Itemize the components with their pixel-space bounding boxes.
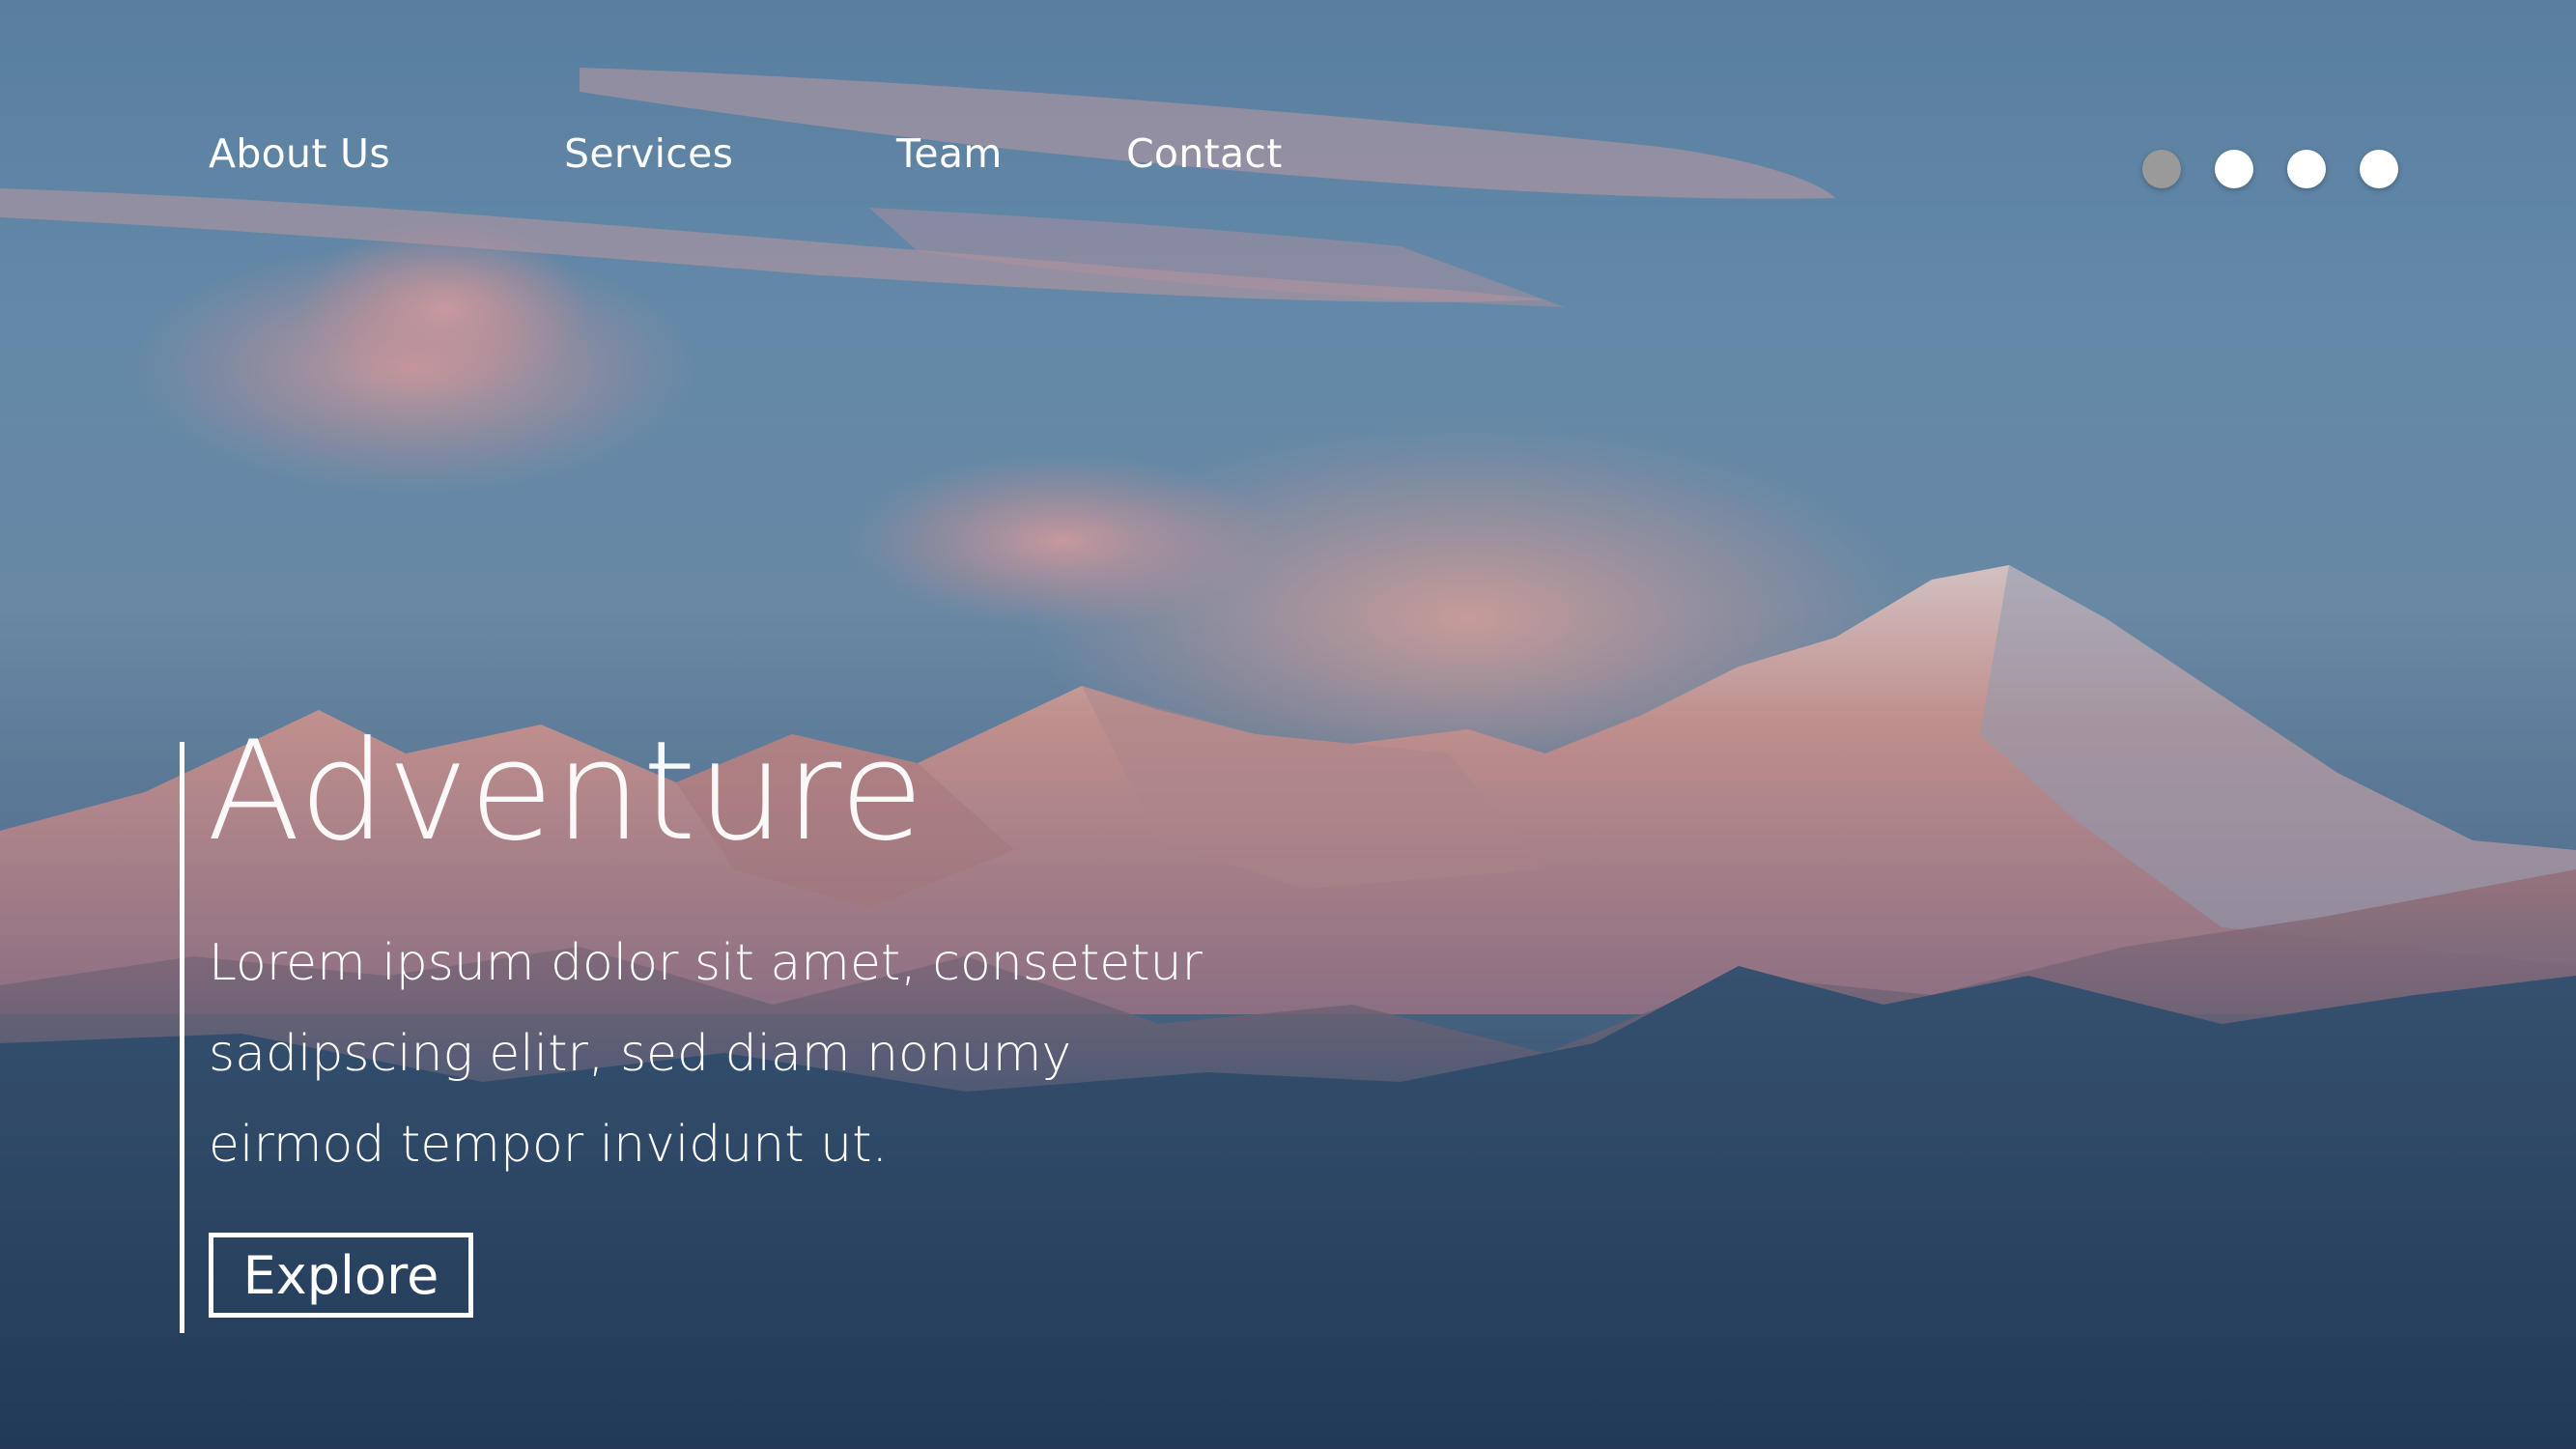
hero-body-line: Lorem ipsum dolor sit amet, consetetur xyxy=(209,934,1203,992)
hero-body-line: sadipscing elitr, sed diam nonumy xyxy=(209,1025,1072,1083)
nav-link-team[interactable]: Team xyxy=(896,130,1003,177)
hero-body-line: eirmod tempor invidunt ut. xyxy=(209,1116,889,1174)
slider-dot-4[interactable] xyxy=(2360,150,2398,188)
explore-button[interactable]: Explore xyxy=(209,1233,473,1318)
slider-dot-2[interactable] xyxy=(2215,150,2253,188)
accent-line xyxy=(180,742,184,1333)
slider-dot-3[interactable] xyxy=(2287,150,2326,188)
nav-link-contact[interactable]: Contact xyxy=(1126,130,1283,177)
hero-section: About Us Services Team Contact Adventure… xyxy=(0,0,2576,1449)
nav-link-about-us[interactable]: About Us xyxy=(209,130,390,177)
hero-title: Adventure xyxy=(207,712,925,871)
nav-link-services[interactable]: Services xyxy=(564,130,733,177)
slider-dot-1[interactable] xyxy=(2142,150,2181,188)
hero-body-text: Lorem ipsum dolor sit amet, consetetur s… xyxy=(209,918,1203,1190)
